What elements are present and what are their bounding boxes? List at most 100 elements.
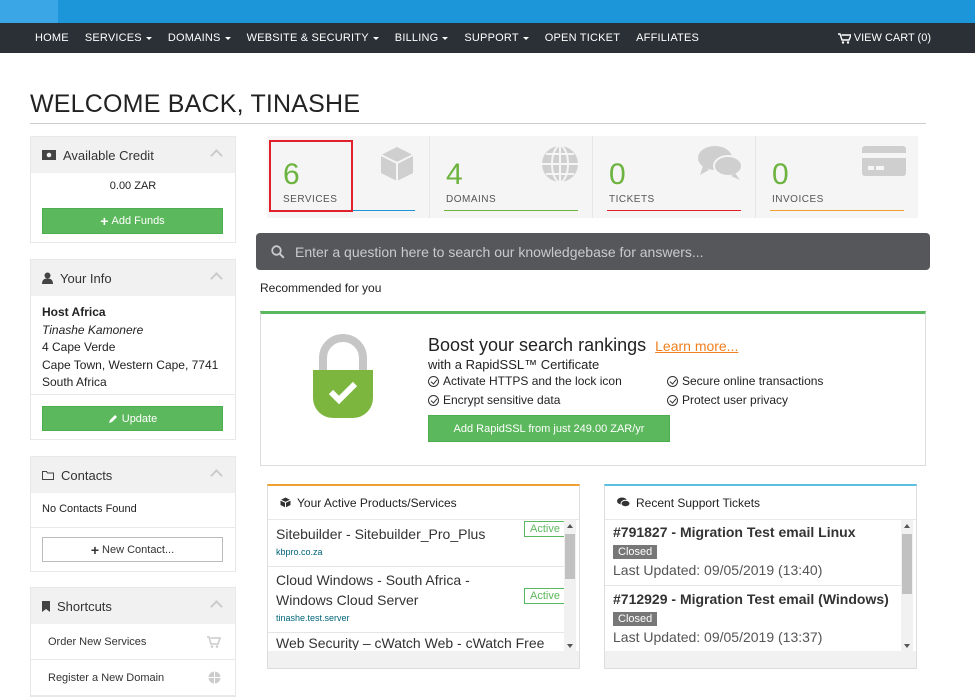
- stat-invoices-count: 0: [772, 158, 789, 191]
- product-name: Web Security – cWatch Web - cWatch Free: [276, 636, 545, 650]
- contacts-panel: Contacts No Contacts Found + New Contact…: [30, 456, 236, 572]
- user-icon: [42, 272, 53, 284]
- credit-panel-title: Available Credit: [63, 147, 154, 163]
- nav-home[interactable]: HOME: [35, 32, 69, 44]
- row-divider: [605, 585, 901, 586]
- page-title: WELCOME BACK, TINASHE: [30, 90, 361, 118]
- credit-card-icon: [862, 146, 906, 176]
- active-products-panel: Your Active Products/Services Sitebuilde…: [267, 484, 580, 669]
- money-icon: [42, 150, 56, 160]
- panel-footer: [605, 651, 916, 668]
- contact-name: Tinashe Kamonere: [42, 322, 144, 337]
- chevron-up-icon[interactable]: [210, 469, 223, 482]
- product-item[interactable]: Web Security – cWatch Web - cWatch Free: [276, 636, 564, 650]
- shortcuts-title: Shortcuts: [57, 598, 112, 614]
- nav-website-security[interactable]: WEBSITE & SECURITY: [247, 32, 379, 44]
- chevron-up-icon[interactable]: [210, 600, 223, 613]
- stat-tickets-label: TICKETS: [609, 194, 655, 205]
- ticket-updated: Last Updated: 09/05/2019 (13:40): [613, 562, 823, 578]
- row-divider: [268, 566, 564, 567]
- shopping-cart-icon: [837, 32, 851, 44]
- your-info-header[interactable]: Your Info: [31, 260, 235, 296]
- nav-domains-label: DOMAINS: [167, 32, 221, 44]
- product-domain[interactable]: tinashe.test.server: [276, 613, 564, 623]
- tickets-scrollbar[interactable]: [901, 520, 913, 652]
- top-accent-bar: [0, 0, 975, 23]
- shortcut-label: Order New Services: [48, 635, 147, 648]
- search-icon: [271, 244, 285, 259]
- active-products-header: Your Active Products/Services: [268, 486, 579, 520]
- scroll-down-arrow-icon[interactable]: [904, 644, 910, 648]
- nav-support[interactable]: SUPPORT: [464, 32, 529, 44]
- stat-tickets-count: 0: [609, 158, 626, 191]
- view-cart-link[interactable]: VIEW CART (0): [837, 23, 931, 53]
- stat-invoices[interactable]: 0 INVOICES: [756, 136, 918, 218]
- chevron-up-icon[interactable]: [210, 149, 223, 162]
- status-badge: Active: [524, 588, 566, 604]
- ticket-item[interactable]: #791827 - Migration Test email Linux Clo…: [613, 524, 903, 578]
- product-name: Sitebuilder - Sitebuilder_Pro_Plus: [276, 526, 486, 542]
- stat-domains-label: DOMAINS: [446, 194, 497, 205]
- nav-website-security-label: WEBSITE & SECURITY: [246, 32, 369, 44]
- stat-domains[interactable]: 4 DOMAINS: [430, 136, 593, 218]
- scroll-up-arrow-icon[interactable]: [567, 524, 573, 528]
- product-item[interactable]: Sitebuilder - Sitebuilder_Pro_Plus kbpro…: [276, 521, 566, 557]
- product-item[interactable]: Cloud Windows - South Africa - Windows C…: [276, 570, 566, 623]
- scroll-up-arrow-icon[interactable]: [904, 524, 910, 528]
- stat-tickets[interactable]: 0 TICKETS: [593, 136, 756, 218]
- add-funds-button[interactable]: + Add Funds: [42, 208, 223, 234]
- nav-affiliates[interactable]: AFFILIATES: [636, 32, 699, 44]
- contacts-title: Contacts: [61, 467, 113, 483]
- check-circle-icon: [428, 375, 439, 387]
- scroll-down-arrow-icon[interactable]: [567, 644, 573, 648]
- panel-divider: [31, 394, 235, 395]
- panel-footer: [268, 651, 579, 668]
- caret-down-icon: [442, 36, 449, 40]
- credit-panel: Available Credit 0.00 ZAR + Add Funds: [30, 136, 236, 243]
- learn-more-link[interactable]: Learn more...: [655, 338, 738, 354]
- status-badge: Active: [524, 521, 566, 537]
- address-line-1: 4 Cape Verde: [42, 340, 116, 354]
- update-label: Update: [121, 412, 158, 425]
- address-line-2: Cape Town, Western Cape, 7741: [42, 357, 219, 372]
- credit-panel-header[interactable]: Available Credit: [31, 137, 235, 173]
- nav-billing-label: BILLING: [394, 32, 439, 44]
- title-divider: [30, 123, 926, 124]
- address-country: South Africa: [42, 375, 107, 389]
- nav-domains[interactable]: DOMAINS: [168, 32, 231, 44]
- folder-icon: [42, 471, 54, 480]
- promo-subtitle: with a RapidSSL™ Certificate: [428, 357, 600, 372]
- add-rapidssl-button[interactable]: Add RapidSSL from just 249.00 ZAR/yr: [428, 415, 670, 442]
- new-contact-button[interactable]: + New Contact...: [42, 537, 223, 562]
- nav-billing[interactable]: BILLING: [395, 32, 449, 44]
- product-domain[interactable]: kbpro.co.za: [276, 547, 564, 557]
- shortcut-register-domain[interactable]: Register a New Domain: [31, 660, 235, 696]
- main-navbar: HOME SERVICES DOMAINS WEBSITE & SECURITY…: [0, 23, 975, 53]
- shortcut-order-services[interactable]: Order New Services: [31, 624, 235, 660]
- view-cart-label: VIEW CART (0): [853, 32, 931, 44]
- nav-services[interactable]: SERVICES: [85, 32, 152, 44]
- ticket-title: #712929 - Migration Test email (Windows): [613, 591, 889, 607]
- nav-open-ticket[interactable]: OPEN TICKET: [545, 32, 620, 44]
- scroll-thumb[interactable]: [565, 534, 575, 579]
- cube-icon: [280, 497, 291, 508]
- shopping-cart-icon: [207, 635, 221, 648]
- products-scrollbar[interactable]: [564, 520, 576, 652]
- your-info-title: Your Info: [60, 270, 112, 286]
- chevron-up-icon[interactable]: [210, 272, 223, 285]
- contacts-header[interactable]: Contacts: [31, 457, 235, 493]
- search-input[interactable]: [295, 243, 895, 260]
- shortcuts-header[interactable]: Shortcuts: [31, 588, 235, 624]
- cube-icon: [380, 147, 414, 181]
- scroll-thumb[interactable]: [902, 534, 912, 594]
- caret-down-icon: [522, 36, 529, 40]
- update-button[interactable]: Update: [42, 406, 223, 431]
- promo-feature-label: Protect user privacy: [682, 393, 789, 407]
- stat-tickets-underline: [607, 210, 741, 211]
- company-name: Host Africa: [42, 305, 106, 319]
- row-divider: [268, 632, 564, 633]
- ticket-item[interactable]: #712929 - Migration Test email (Windows)…: [613, 591, 903, 645]
- promo-feature-label: Encrypt sensitive data: [443, 393, 561, 407]
- nav-home-label: HOME: [35, 32, 69, 44]
- nav-affiliates-label: AFFILIATES: [636, 32, 700, 44]
